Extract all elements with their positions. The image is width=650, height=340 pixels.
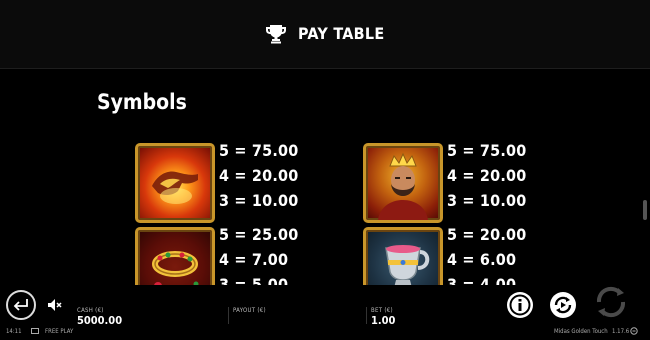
fire-hand-symbol-icon <box>152 171 198 204</box>
trophy-icon <box>266 24 287 43</box>
page-title: PAY TABLE <box>298 24 385 43</box>
bet-label: BET (€) <box>371 307 393 314</box>
payout-line: 5 = 25.00 <box>219 225 299 244</box>
payout-line: 5 = 75.00 <box>447 141 527 160</box>
payout-line: 5 = 20.00 <box>447 225 527 244</box>
king-symbol-icon <box>378 152 428 220</box>
payout-line: 4 = 20.00 <box>219 166 299 185</box>
version: 1.17.6 <box>612 328 630 335</box>
info-icon <box>509 294 531 316</box>
sound-muted-icon[interactable] <box>47 298 63 312</box>
section-title: Symbols <box>97 90 187 114</box>
payout-label: PAYOUT (€) <box>233 307 266 314</box>
screen-icon <box>31 328 39 334</box>
scroll-handle[interactable] <box>643 200 647 220</box>
payout-line: 4 = 6.00 <box>447 250 517 269</box>
game-name: Midas Golden Touch <box>554 328 608 335</box>
autoplay-icon <box>554 296 572 314</box>
divider <box>228 307 229 324</box>
back-button[interactable] <box>6 290 36 320</box>
autoplay-button[interactable] <box>550 292 576 318</box>
payout-line: 5 = 75.00 <box>219 141 299 160</box>
divider <box>366 307 367 324</box>
cash-value: 5000.00 <box>77 314 123 327</box>
play-mode: FREE PLAY <box>45 328 74 335</box>
return-arrow-icon <box>13 299 28 311</box>
fire-hand-symbol <box>135 143 215 223</box>
payout-line: 4 = 7.00 <box>219 250 289 269</box>
payout-line: 4 = 20.00 <box>447 166 527 185</box>
header-title-wrap: PAY TABLE <box>0 23 650 45</box>
clock: 14:11 <box>6 328 22 335</box>
bet-value: 1.00 <box>371 314 396 327</box>
payout-line: 3 = 10.00 <box>447 191 527 210</box>
cash-label: CASH (€) <box>77 307 104 314</box>
info-button[interactable] <box>507 292 533 318</box>
thunderkick-logo-icon <box>630 327 638 335</box>
spin-icon[interactable] <box>592 283 630 321</box>
payout-line: 3 = 10.00 <box>219 191 299 210</box>
pay-table-header: PAY TABLE <box>0 0 650 69</box>
king-symbol <box>363 143 443 223</box>
